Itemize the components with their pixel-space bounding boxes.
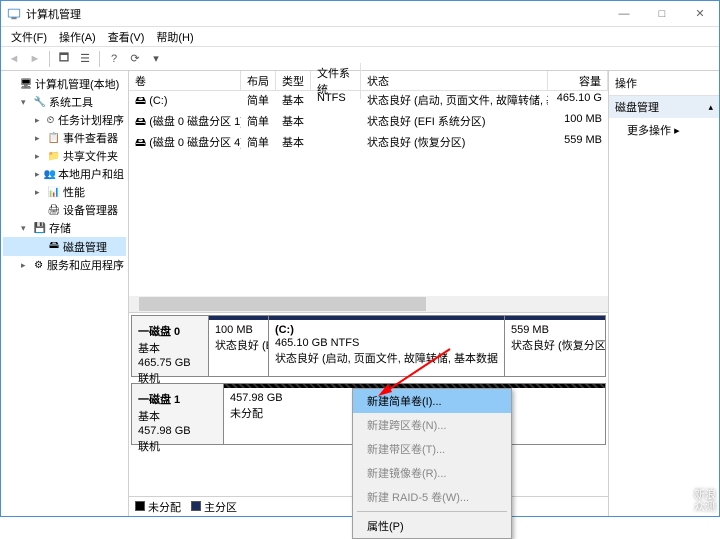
menubar: 文件(F) 操作(A) 查看(V) 帮助(H) <box>1 27 719 47</box>
tree-devicemgr[interactable]: 🖨设备管理器 <box>3 201 126 219</box>
forward-button[interactable]: ► <box>26 50 44 68</box>
disk-0[interactable]: 一磁盘 0 基本 465.75 GB 联机 100 MB状态良好 (EFI (C… <box>131 315 606 377</box>
tree-performance[interactable]: ▸📊性能 <box>3 183 126 201</box>
menu-properties[interactable]: 属性(P) <box>353 514 511 538</box>
col-status: 状态 <box>361 71 548 91</box>
volume-icon: 🖴 <box>135 116 146 128</box>
collapse-icon: ▴ <box>708 102 713 113</box>
refresh-button[interactable]: ⟳ <box>126 50 144 68</box>
tree-root[interactable]: 🖥计算机管理(本地) <box>3 75 126 93</box>
context-menu: 新建简单卷(I)... 新建跨区卷(N)... 新建带区卷(T)... 新建镜像… <box>352 388 512 539</box>
disk-0-label[interactable]: 一磁盘 0 基本 465.75 GB 联机 <box>132 316 209 376</box>
minimize-button[interactable]: — <box>605 1 643 26</box>
legend-unallocated: 未分配 <box>135 499 181 515</box>
watermark: 新浪 众测 <box>694 489 716 513</box>
titlebar: 计算机管理 — □ ✕ <box>1 1 719 27</box>
volume-icon: 🖴 <box>135 95 146 107</box>
horizontal-scrollbar[interactable] <box>129 296 608 312</box>
menu-view[interactable]: 查看(V) <box>102 27 151 47</box>
menu-new-mirror-volume: 新建镜像卷(R)... <box>353 461 511 485</box>
volume-row[interactable]: 🖴 (磁盘 0 磁盘分区 4)简单基本状态良好 (恢复分区)559 MB <box>129 133 608 154</box>
volume-list: 卷 布局 类型 文件系统 状态 容量 🖴 (C:)简单基本NTFS状态良好 (启… <box>129 71 608 313</box>
disk0-part-recovery[interactable]: 559 MB状态良好 (恢复分区) <box>505 316 605 376</box>
actions-more[interactable]: 更多操作 ▸ <box>609 118 719 142</box>
tree-services[interactable]: ▸⚙服务和应用程序 <box>3 256 126 274</box>
col-capacity: 容量 <box>548 71 608 91</box>
actions-section[interactable]: 磁盘管理▴ <box>609 96 719 118</box>
col-name: 卷 <box>129 71 241 91</box>
disk-1-label[interactable]: 一磁盘 1 基本 457.98 GB 联机 <box>132 384 224 444</box>
navigation-tree[interactable]: 🖥计算机管理(本地) ▾🔧系统工具 ▸⏲任务计划程序 ▸📋事件查看器 ▸📁共享文… <box>1 71 129 516</box>
actions-header: 操作 <box>609 71 719 96</box>
maximize-button[interactable]: □ <box>643 1 681 26</box>
help-button[interactable]: ? <box>105 50 123 68</box>
window-title: 计算机管理 <box>26 6 605 22</box>
tree-systools[interactable]: ▾🔧系统工具 <box>3 93 126 111</box>
disk0-part-efi[interactable]: 100 MB状态良好 (EFI <box>209 316 269 376</box>
chevron-right-icon: ▸ <box>674 125 680 137</box>
menu-file[interactable]: 文件(F) <box>5 27 53 47</box>
menu-action[interactable]: 操作(A) <box>53 27 102 47</box>
close-button[interactable]: ✕ <box>681 1 719 26</box>
back-button[interactable]: ◄ <box>5 50 23 68</box>
actions-pane: 操作 磁盘管理▴ 更多操作 ▸ <box>609 71 719 516</box>
app-icon <box>7 7 21 21</box>
volume-icon: 🖴 <box>135 137 146 149</box>
legend-primary: 主分区 <box>191 499 237 515</box>
menu-new-striped-volume: 新建带区卷(T)... <box>353 437 511 461</box>
toolbar-btn[interactable]: 🗖 <box>55 50 73 68</box>
volume-row[interactable]: 🖴 (磁盘 0 磁盘分区 1)简单基本状态良好 (EFI 系统分区)100 MB <box>129 112 608 133</box>
tree-sharedfolders[interactable]: ▸📁共享文件夹 <box>3 147 126 165</box>
toolbar-btn[interactable]: ☰ <box>76 50 94 68</box>
col-type: 类型 <box>276 71 311 91</box>
tree-localusers[interactable]: ▸👥本地用户和组 <box>3 165 126 183</box>
tree-diskmgmt[interactable]: 🖴磁盘管理 <box>3 237 126 256</box>
tree-storage[interactable]: ▾💾存储 <box>3 219 126 237</box>
disk0-part-c[interactable]: (C:)465.10 GB NTFS状态良好 (启动, 页面文件, 故障转储, … <box>269 316 505 376</box>
toolbar-btn[interactable]: ▾ <box>147 50 165 68</box>
menu-help[interactable]: 帮助(H) <box>150 27 199 47</box>
menu-new-spanned-volume: 新建跨区卷(N)... <box>353 413 511 437</box>
tree-taskscheduler[interactable]: ▸⏲任务计划程序 <box>3 111 126 129</box>
col-layout: 布局 <box>241 71 276 91</box>
volume-row[interactable]: 🖴 (C:)简单基本NTFS状态良好 (启动, 页面文件, 故障转储, 基本数据… <box>129 91 608 112</box>
volume-header[interactable]: 卷 布局 类型 文件系统 状态 容量 <box>129 71 608 91</box>
menu-new-simple-volume[interactable]: 新建简单卷(I)... <box>353 389 511 413</box>
menu-new-raid5-volume: 新建 RAID-5 卷(W)... <box>353 485 511 509</box>
tree-eventviewer[interactable]: ▸📋事件查看器 <box>3 129 126 147</box>
